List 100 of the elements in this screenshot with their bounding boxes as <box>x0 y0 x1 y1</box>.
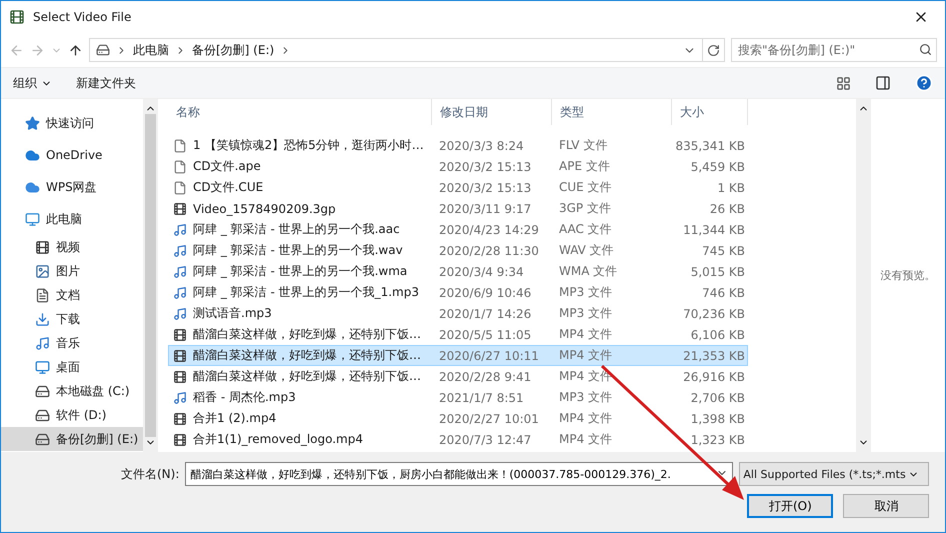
size-cell-text: 5,015 KB <box>690 264 746 278</box>
file-row[interactable]: 1 【笑镇惊魂2】恐怖5分钟，逛街两小时… 2020/3/3 8:24 FLV 文件 835,341 KB <box>168 135 748 156</box>
sysdrive-icon <box>35 384 50 398</box>
type-cell-text: FLV 文件 <box>558 137 608 154</box>
video-file-icon <box>173 412 187 426</box>
search-field[interactable]: 搜索"备份[勿删] (E:)" <box>731 38 937 62</box>
video-icon <box>35 240 50 254</box>
audio-file-icon <box>173 244 187 258</box>
download-icon <box>35 312 50 326</box>
nav-item[interactable]: 桌面 <box>1 355 143 379</box>
new-folder-button[interactable]: 新建文件夹 <box>76 74 136 92</box>
file-name: 醋溜白菜这样做，好吃到爆，还特别下饭… <box>193 326 421 343</box>
audio-file-icon <box>173 222 187 236</box>
organize-button[interactable]: 组织 <box>13 74 52 92</box>
picture-icon <box>35 264 50 278</box>
date-cell-text: 2020/3/4 9:34 <box>438 264 525 278</box>
file-name: 阿肆 _ 郭采洁 - 世界上的另一个我.wav <box>193 242 403 259</box>
audio-file-icon <box>173 264 187 278</box>
nav-item[interactable]: 下载 <box>1 307 143 331</box>
column-header[interactable]: 修改日期 <box>432 99 552 125</box>
type-cell-text: MP4 文件 <box>558 326 614 343</box>
nav-item[interactable]: WPS网盘 <box>1 171 143 203</box>
cancel-button[interactable]: 取消 <box>843 494 930 518</box>
up-icon[interactable] <box>68 42 83 58</box>
date-cell-text: 2020/3/11 9:17 <box>438 202 532 216</box>
no-preview-text: 没有预览。 <box>880 268 936 283</box>
file-row[interactable]: 阿肆 _ 郭采洁 - 世界上的另一个我.wma 2020/3/4 9:34 WMA 文件 5,015 KB <box>168 261 748 282</box>
help-icon[interactable] <box>915 74 933 92</box>
file-row[interactable]: CD文件.CUE 2020/3/2 15:13 CUE 文件 1 KB <box>168 177 748 198</box>
drive-icon <box>35 432 50 446</box>
date-cell-text: 2020/5/5 11:05 <box>438 328 532 342</box>
size-cell-text: 746 KB <box>701 286 746 300</box>
size-cell-text: 745 KB <box>701 244 746 258</box>
address-bar[interactable]: 此电脑 备份[勿删] (E:) <box>89 38 725 62</box>
video-file-icon <box>173 328 187 342</box>
type-cell-text: WAV 文件 <box>558 242 615 259</box>
file-name: Video_1578490209.3gp <box>193 202 336 216</box>
file-row[interactable]: 阿肆 _ 郭采洁 - 世界上的另一个我.wav 2020/2/28 11:30 WAV 文件 745 KB <box>168 240 748 261</box>
file-name: CD文件.CUE <box>193 179 264 196</box>
view-options-icon[interactable] <box>836 76 851 90</box>
type-cell-text: MP4 文件 <box>558 347 614 364</box>
preview-pane-icon[interactable] <box>875 75 891 91</box>
file-row[interactable]: 合并1(1)_removed_logo.mp4 2020/7/3 12:47 MP4 文件 1,323 KB <box>168 429 748 450</box>
breadcrumb[interactable]: 此电脑 <box>133 42 169 58</box>
nav-item[interactable]: 软件 (D:) <box>1 403 143 427</box>
file-name: 阿肆 _ 郭采洁 - 世界上的另一个我.wma <box>193 263 408 280</box>
open-button[interactable]: 打开(O) <box>747 494 834 518</box>
file-name: CD文件.ape <box>193 158 261 175</box>
nav-item[interactable]: 快速访问 <box>1 107 143 139</box>
date-cell-text: 2020/6/9 10:46 <box>438 286 532 300</box>
type-cell-text: MP3 文件 <box>558 305 614 322</box>
type-cell-text: AAC 文件 <box>558 221 613 238</box>
filename-field[interactable]: 醋溜白菜这样做，好吃到爆，还特别下饭，厨房小白都能做出来！(000037.785-000129.376)_2. <box>185 462 734 486</box>
file-row[interactable]: 测试语音.mp3 2020/1/7 14:26 MP3 文件 70,236 KB <box>168 303 748 324</box>
breadcrumb[interactable]: 备份[勿删] (E:) <box>192 42 274 58</box>
file-icon <box>173 180 187 194</box>
type-cell-text: 3GP 文件 <box>558 200 612 217</box>
scrollbar[interactable] <box>856 99 871 452</box>
search-icon <box>919 43 932 56</box>
date-cell-text: 2020/2/28 11:30 <box>438 244 540 258</box>
nav-item[interactable]: 备份[勿删] (E:) <box>1 427 143 451</box>
file-icon <box>173 160 187 174</box>
file-row[interactable]: 阿肆 _ 郭采洁 - 世界上的另一个我_1.mp3 2020/6/9 10:46 MP3 文件 746 KB <box>168 282 748 303</box>
scrollbar[interactable] <box>143 99 158 452</box>
nav-item[interactable]: 图片 <box>1 259 143 283</box>
file-row[interactable]: CD文件.ape 2020/3/2 15:13 APE 文件 5,459 KB <box>168 156 748 177</box>
file-row[interactable]: Video_1578490209.3gp 2020/3/11 9:17 3GP 文件 26 KB <box>168 198 748 219</box>
video-file-icon <box>173 370 187 384</box>
file-row[interactable]: 阿肆 _ 郭采洁 - 世界上的另一个我.aac 2020/4/23 14:29 AAC 文件 11,344 KB <box>168 219 748 240</box>
type-cell-text: MP4 文件 <box>558 410 614 427</box>
nav-item[interactable]: 文档 <box>1 283 143 307</box>
type-cell-text: WMA 文件 <box>558 263 618 280</box>
date-cell-text: 2020/3/3 8:24 <box>438 138 525 152</box>
file-name: 阿肆 _ 郭采洁 - 世界上的另一个我_1.mp3 <box>193 284 419 301</box>
star-icon <box>25 116 40 130</box>
nav-item[interactable]: 本地磁盘 (C:) <box>1 379 143 403</box>
file-row[interactable]: 合并1 (2).mp4 2020/2/27 10:01 MP4 文件 1,398 KB <box>168 408 748 429</box>
size-cell-text: 5,459 KB <box>690 160 746 174</box>
pc-icon <box>25 212 40 226</box>
file-type-select[interactable]: All Supported Files (*.ts;*.mts <box>739 462 930 486</box>
type-cell-text: MP3 文件 <box>558 284 614 301</box>
file-row[interactable]: 稻香 - 周杰伦.mp3 2021/1/7 8:51 MP3 文件 2,706 KB <box>168 387 748 408</box>
audio-file-icon <box>173 390 187 404</box>
nav-item[interactable]: 视频 <box>1 235 143 259</box>
file-name: 1 【笑镇惊魂2】恐怖5分钟，逛街两小时… <box>193 137 424 154</box>
nav-item[interactable]: OneDrive <box>1 139 143 171</box>
column-header[interactable]: 大小 <box>672 99 748 125</box>
date-cell-text: 2020/2/27 10:01 <box>438 412 540 426</box>
nav-item[interactable]: 此电脑 <box>1 203 143 235</box>
column-header[interactable]: 名称 <box>168 99 432 125</box>
filename-label: 文件名(N): <box>121 466 180 482</box>
file-row[interactable]: 醋溜白菜这样做，好吃到爆，还特别下饭… 2020/5/5 11:05 MP4 文件 6,106 KB <box>168 324 748 345</box>
date-cell-text: 2020/3/2 15:13 <box>438 180 532 194</box>
file-name: 测试语音.mp3 <box>193 305 272 322</box>
nav-item[interactable]: 音乐 <box>1 331 143 355</box>
file-row[interactable]: 醋溜白菜这样做，好吃到爆，还特别下饭… 2020/6/27 10:11 MP4 文件 21,353 KB <box>168 345 748 366</box>
refresh-icon[interactable] <box>707 44 720 56</box>
type-cell-text: MP3 文件 <box>558 389 614 406</box>
column-header[interactable]: 类型 <box>552 99 672 125</box>
type-cell-text: MP4 文件 <box>558 431 614 448</box>
